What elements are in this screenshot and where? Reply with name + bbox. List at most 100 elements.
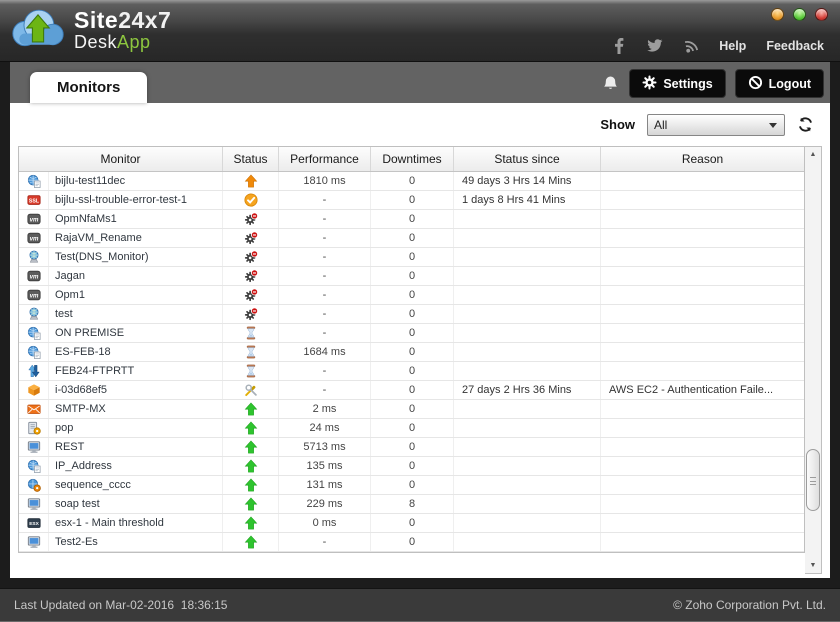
monitor-name[interactable]: test [49,305,223,323]
table-row[interactable]: SSLbijlu-ssl-trouble-error-test-1-01 day… [19,191,804,210]
monitor-name[interactable]: Opm1 [49,286,223,304]
status-since-value [454,514,601,532]
logout-button[interactable]: Logout [735,69,824,98]
scroll-down-arrow-icon[interactable]: ▼ [805,558,821,573]
dropdown-arrow-icon [769,123,777,128]
maximize-button[interactable] [793,8,806,21]
close-button[interactable] [815,8,828,21]
table-row[interactable]: soap test229 ms8 [19,495,804,514]
monitor-name[interactable]: Test(DNS_Monitor) [49,248,223,266]
performance-value: - [279,533,371,551]
monitor-name[interactable]: OpmNfaMs1 [49,210,223,228]
dns-monitor-type-icon [19,248,49,266]
table-row[interactable]: FEB24-FTPRTT-0 [19,362,804,381]
monitor-name[interactable]: Test2-Es [49,533,223,551]
column-header-reason[interactable]: Reason [601,147,804,171]
column-header-status-since[interactable]: Status since [454,147,601,171]
vertical-scrollbar[interactable]: ▲ ▼ [805,146,822,574]
reason-value [601,286,804,304]
status-suspended-icon [223,229,279,247]
minimize-button[interactable] [771,8,784,21]
table-row[interactable]: pop24 ms0 [19,419,804,438]
help-link[interactable]: Help [719,39,746,53]
reason-value: AWS EC2 - Authentication Faile... [601,381,804,399]
downtimes-value: 0 [371,419,454,437]
monitor-name[interactable]: ES-FEB-18 [49,343,223,361]
monitor-name[interactable]: ON PREMISE [49,324,223,342]
status-since-value [454,267,601,285]
show-filter-select[interactable]: All [647,114,785,136]
performance-value: - [279,229,371,247]
monitor-name[interactable]: bijlu-test11dec [49,172,223,190]
dns-monitor-type-icon [19,305,49,323]
refresh-icon [797,116,814,133]
monitor-name[interactable]: soap test [49,495,223,513]
monitors-table: Monitor Status Performance Downtimes Sta… [18,146,805,553]
status-since-value: 27 days 2 Hrs 36 Mins [454,381,601,399]
monitor-name[interactable]: Jagan [49,267,223,285]
facebook-icon[interactable] [611,38,627,54]
table-row[interactable]: IP_Address135 ms0 [19,457,804,476]
status-since-value [454,419,601,437]
table-row[interactable]: vmRajaVM_Rename -0 [19,229,804,248]
monitor-name[interactable]: esx-1 - Main threshold [49,514,223,532]
table-row[interactable]: REST5713 ms0 [19,438,804,457]
sequence-monitor-type-icon [19,476,49,494]
table-row[interactable]: Test2-Es-0 [19,533,804,552]
reason-value [601,438,804,456]
scrollbar-thumb[interactable] [806,449,820,511]
table-row[interactable]: ES-FEB-181684 ms0 [19,343,804,362]
scroll-up-arrow-icon[interactable]: ▲ [805,147,821,162]
notifications-bell-icon[interactable] [603,75,618,92]
table-row[interactable]: vmOpmNfaMs1 -0 [19,210,804,229]
monitor-name[interactable]: pop [49,419,223,437]
column-header-performance[interactable]: Performance [279,147,371,171]
table-row[interactable]: sequence_cccc131 ms0 [19,476,804,495]
tab-monitors[interactable]: Monitors [30,72,147,103]
monitor-name[interactable]: RajaVM_Rename [49,229,223,247]
status-trouble-icon [223,172,279,190]
table-row[interactable]: SMTP-MX 2 ms0 [19,400,804,419]
table-row[interactable]: i-03d68ef5-027 days 2 Hrs 36 MinsAWS EC2… [19,381,804,400]
table-row[interactable]: ESXesx-1 - Main threshold0 ms0 [19,514,804,533]
status-up-icon [223,457,279,475]
monitor-name[interactable]: REST [49,438,223,456]
performance-value: 2 ms [279,400,371,418]
reason-value [601,324,804,342]
monitor-name[interactable]: sequence_cccc [49,476,223,494]
monitor-name[interactable]: i-03d68ef5 [49,381,223,399]
app-logo: Site24x7 DeskApp [10,5,171,54]
downtimes-value: 0 [371,286,454,304]
status-since-value [454,495,601,513]
table-row[interactable]: Test(DNS_Monitor) -0 [19,248,804,267]
main-content: Show All Monitor Status Performance Down… [10,103,830,578]
status-since-value: 1 days 8 Hrs 41 Mins [454,191,601,209]
column-header-status[interactable]: Status [223,147,279,171]
performance-value: - [279,191,371,209]
column-header-downtimes[interactable]: Downtimes [371,147,454,171]
monitor-name[interactable]: FEB24-FTPRTT [49,362,223,380]
table-row[interactable]: vmOpm1 -0 [19,286,804,305]
table-row[interactable]: test -0 [19,305,804,324]
blog-rss-icon[interactable] [683,38,699,54]
svg-text:vm: vm [29,216,38,223]
monitor-name[interactable]: IP_Address [49,457,223,475]
downtimes-value: 0 [371,248,454,266]
table-row[interactable]: bijlu-test11dec1810 ms049 days 3 Hrs 14 … [19,172,804,191]
downtimes-value: 0 [371,210,454,228]
table-row[interactable]: ON PREMISE-0 [19,324,804,343]
downtimes-value: 0 [371,381,454,399]
status-since-value [454,362,601,380]
downtimes-value: 0 [371,400,454,418]
refresh-button[interactable] [797,116,814,133]
column-header-monitor[interactable]: Monitor [19,147,223,171]
monitor-name[interactable]: bijlu-ssl-trouble-error-test-1 [49,191,223,209]
website-monitor-type-icon [19,324,49,342]
twitter-icon[interactable] [647,38,663,54]
feedback-link[interactable]: Feedback [766,39,824,53]
monitor-name[interactable]: SMTP-MX [49,400,223,418]
table-row[interactable]: vmJagan -0 [19,267,804,286]
downtimes-value: 0 [371,305,454,323]
settings-button[interactable]: Settings [629,69,725,98]
smtp-monitor-type-icon [19,400,49,418]
